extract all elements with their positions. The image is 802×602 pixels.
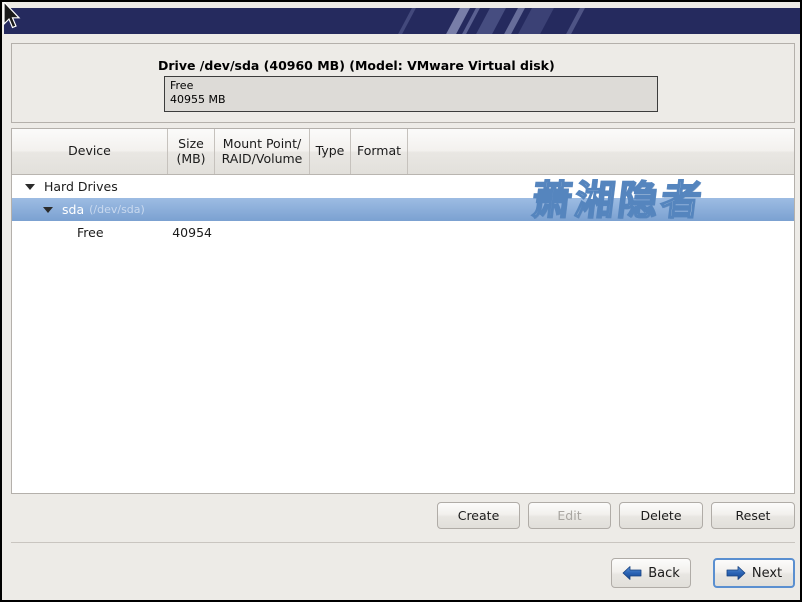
device-tree-panel: Device Size (MB) Mount Point/ RAID/Volum… <box>11 128 795 494</box>
tree-node-size <box>167 198 214 221</box>
arrow-right-icon <box>726 566 746 580</box>
partition-segment-size: 40955 MB <box>170 93 226 106</box>
table-row[interactable]: Free 40954 <box>12 221 794 244</box>
chevron-down-icon[interactable] <box>42 198 55 221</box>
tree-header-row: Device Size (MB) Mount Point/ RAID/Volum… <box>12 129 794 175</box>
banner-streak <box>412 8 486 34</box>
column-header-device[interactable]: Device <box>12 129 167 174</box>
header-banner <box>4 8 800 34</box>
banner-streak <box>364 8 432 34</box>
tree-body: Hard Drives sda (/dev/sda) Free 40954 <box>12 175 794 493</box>
banner-streak <box>442 8 522 34</box>
drive-title: Drive /dev/sda (40960 MB) (Model: VMware… <box>158 58 555 73</box>
banner-streak <box>428 8 496 34</box>
create-button[interactable]: Create <box>437 502 520 529</box>
column-header-format[interactable]: Format <box>350 129 407 174</box>
tree-node-label: Free <box>77 225 104 240</box>
tree-node-label: Hard Drives <box>44 179 118 194</box>
column-header-mount-line2: RAID/Volume <box>221 150 303 166</box>
table-row[interactable]: Hard Drives <box>12 175 794 198</box>
column-header-format-label: Format <box>356 143 402 159</box>
tree-node-label: sda <box>62 202 85 217</box>
delete-button-label: Delete <box>640 508 682 523</box>
column-header-type-label: Type <box>315 143 345 159</box>
edit-button: Edit <box>528 502 611 529</box>
column-header-size-line2: (MB) <box>176 150 206 166</box>
tree-node-hard-drives[interactable]: Hard Drives <box>24 175 118 198</box>
installer-window: Drive /dev/sda (40960 MB) (Model: VMware… <box>0 0 802 602</box>
column-header-size[interactable]: Size (MB) <box>167 129 214 174</box>
delete-button[interactable]: Delete <box>619 502 703 529</box>
reset-button-label: Reset <box>735 508 771 523</box>
next-button[interactable]: Next <box>713 558 795 588</box>
arrow-left-icon <box>622 566 642 580</box>
drive-partition-bar[interactable]: Free 40955 MB <box>164 76 658 112</box>
create-button-label: Create <box>457 508 500 523</box>
chevron-down-icon[interactable] <box>24 175 37 198</box>
table-row[interactable]: sda (/dev/sda) <box>12 198 794 221</box>
reset-button[interactable]: Reset <box>711 502 795 529</box>
mouse-pointer-icon <box>3 2 21 29</box>
column-header-device-label: Device <box>68 143 111 159</box>
column-header-mount-line1: Mount Point/ <box>222 136 302 152</box>
column-header-mount-point[interactable]: Mount Point/ RAID/Volume <box>214 129 309 174</box>
drive-summary-panel: Drive /dev/sda (40960 MB) (Model: VMware… <box>11 43 795 123</box>
tree-node-free[interactable]: Free <box>70 221 104 244</box>
tree-node-sda[interactable]: sda (/dev/sda) <box>42 198 145 221</box>
banner-streak <box>470 8 541 34</box>
tree-node-size <box>167 175 214 198</box>
tree-node-size: 40954 <box>172 225 212 240</box>
edit-button-label: Edit <box>557 508 582 523</box>
column-header-filler <box>407 129 794 174</box>
banner-streak <box>484 8 570 34</box>
next-button-label: Next <box>751 565 783 581</box>
column-header-size-line1: Size <box>178 136 204 152</box>
tree-node-subpath: (/dev/sda) <box>89 203 145 216</box>
navigation-separator <box>11 542 795 543</box>
partition-segment-label: Free <box>170 79 194 92</box>
banner-streak <box>532 8 601 34</box>
back-button[interactable]: Back <box>611 558 691 588</box>
column-header-type[interactable]: Type <box>309 129 350 174</box>
back-button-label: Back <box>648 565 680 581</box>
